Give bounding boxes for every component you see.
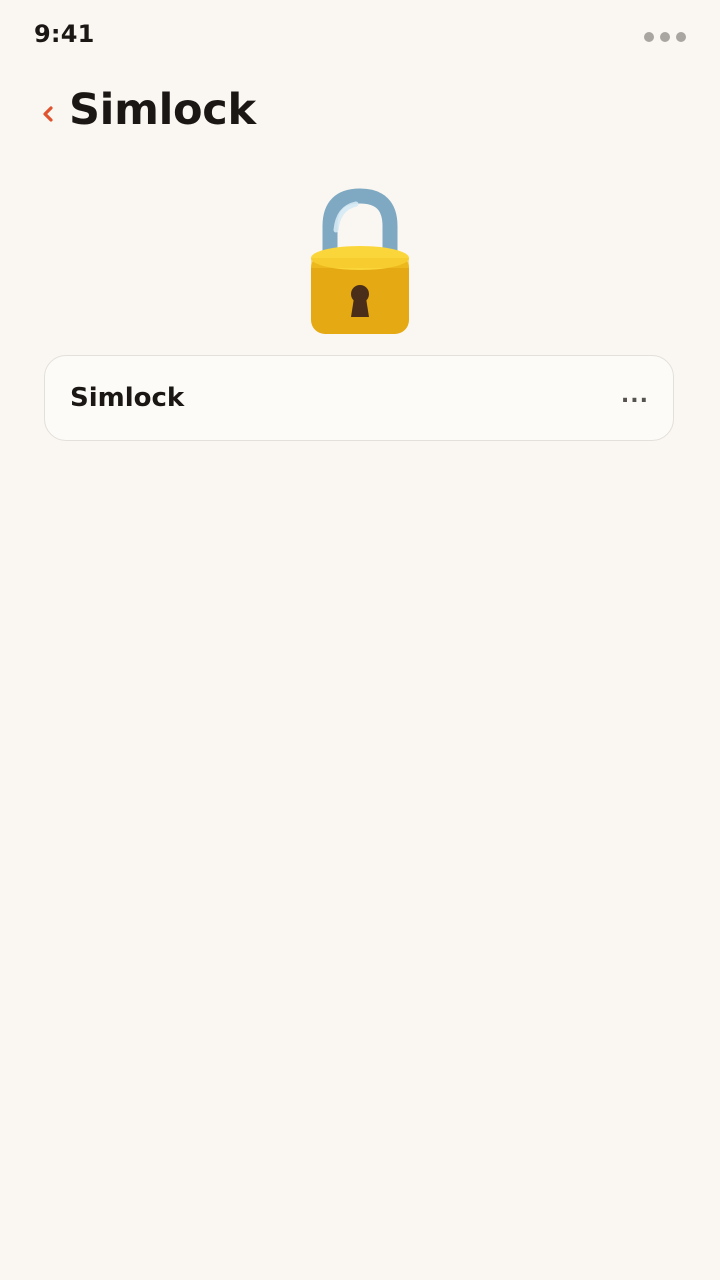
dot	[660, 32, 670, 42]
more-dots-icon	[644, 32, 686, 42]
simlock-value: ...	[620, 383, 649, 408]
header: Simlock	[0, 76, 720, 156]
dot	[676, 32, 686, 42]
status-bar: 9:41	[0, 0, 720, 76]
simlock-row[interactable]: Simlock ...	[44, 355, 674, 441]
page-title: Simlock	[69, 85, 256, 135]
simlock-label: Simlock	[70, 383, 185, 413]
status-time: 9:41	[34, 20, 95, 48]
chevron-left-icon	[43, 106, 53, 122]
dot	[644, 32, 654, 42]
padlock-icon	[300, 188, 420, 338]
back-button[interactable]	[34, 96, 62, 132]
